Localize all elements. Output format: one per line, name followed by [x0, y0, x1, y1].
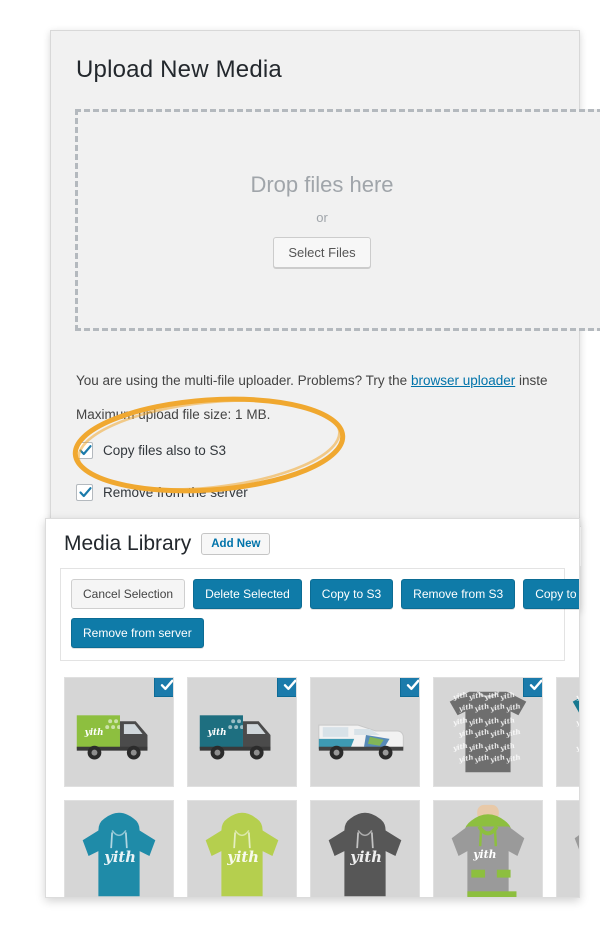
media-item-teal-box-truck[interactable]: yith — [187, 677, 297, 787]
media-library-panel: Media Library Add New Cancel Selection D… — [45, 518, 580, 898]
media-item-teal-hoodie[interactable]: yith — [64, 800, 174, 897]
svg-text:yith: yith — [103, 849, 136, 866]
checkmark-icon — [160, 679, 173, 690]
file-dropzone[interactable]: Drop files here or Select Files — [75, 109, 600, 331]
media-item-lime-hoodie[interactable]: yith — [187, 800, 297, 897]
dropzone-or-label: or — [316, 210, 328, 225]
bulk-actions-row-1: Cancel Selection Delete Selected Copy to… — [71, 579, 579, 609]
select-files-button[interactable]: Select Files — [273, 237, 371, 268]
svg-text:yith: yith — [349, 849, 382, 866]
add-new-button[interactable]: Add New — [201, 533, 271, 555]
svg-text:yith: yith — [574, 691, 580, 702]
svg-text:yith: yith — [472, 848, 496, 861]
delete-selected-button[interactable]: Delete Selected — [193, 579, 302, 609]
media-item-selected-checkbox[interactable] — [154, 678, 173, 697]
page-title: Upload New Media — [76, 56, 282, 83]
uploader-note-suffix: inste — [515, 373, 548, 388]
media-thumbnail-image: yith — [188, 801, 296, 897]
media-item-dark-gray-hoodie[interactable]: yith — [310, 800, 420, 897]
media-item-white-delivery-van[interactable] — [310, 677, 420, 787]
media-item-gray-green-hoodie-model-2[interactable]: yith — [556, 800, 579, 897]
remove-from-server-button[interactable]: Remove from server — [71, 618, 204, 648]
media-thumbnail-image: yithyithyithyithyithyithyithyithyithyith… — [557, 678, 580, 786]
media-item-gray-green-hoodie-model[interactable]: yith — [433, 800, 543, 897]
copy-files-to-s3-label: Copy files also to S3 — [103, 443, 227, 458]
media-item-selected-checkbox[interactable] — [277, 678, 296, 697]
remove-from-server-label: Remove from the server — [103, 485, 248, 500]
cancel-selection-button[interactable]: Cancel Selection — [71, 579, 186, 609]
browser-uploader-link[interactable]: browser uploader — [411, 373, 515, 388]
media-item-teal-patterned-shirt[interactable]: yithyithyithyithyithyithyithyithyithyith… — [556, 677, 580, 787]
svg-text:yith: yith — [226, 849, 259, 866]
media-item-selected-checkbox[interactable] — [400, 678, 419, 697]
media-library-header: Media Library Add New — [46, 519, 579, 556]
dropzone-label: Drop files here — [250, 172, 394, 197]
media-grid: yith yith yith yith yith yith yith yith … — [46, 661, 580, 897]
svg-text:yith: yith — [207, 728, 227, 738]
copy-to-server-from-s3-button[interactable]: Copy to server from S3 — [523, 579, 579, 609]
checkmark-icon — [79, 445, 92, 456]
checkmark-icon — [406, 679, 419, 690]
checkmark-icon — [283, 679, 296, 690]
media-thumbnail-image: yith — [434, 801, 542, 897]
copy-files-to-s3-checkbox[interactable] — [76, 442, 93, 459]
media-item-green-box-truck[interactable]: yith — [64, 677, 174, 787]
copy-files-to-s3-row[interactable]: Copy files also to S3 — [76, 442, 226, 459]
svg-text:yith: yith — [574, 742, 580, 753]
remove-from-server-row[interactable]: Remove from the server — [76, 484, 248, 501]
media-thumbnail-image: yith — [557, 801, 579, 897]
media-item-gray-patterned-shirt[interactable]: yith yith yith yith yith yith yith yith yith yith… — [433, 677, 543, 787]
media-thumbnail-image: yith — [65, 801, 173, 897]
svg-text:yith: yith — [84, 728, 104, 738]
uploader-note: You are using the multi-file uploader. P… — [76, 373, 548, 388]
remove-from-server-checkbox[interactable] — [76, 484, 93, 501]
svg-text:yith: yith — [574, 716, 580, 727]
media-item-selected-checkbox[interactable] — [523, 678, 542, 697]
checkmark-icon — [79, 487, 92, 498]
media-thumbnail-image: yith — [311, 801, 419, 897]
checkmark-icon — [529, 679, 542, 690]
bulk-actions-bar: Cancel Selection Delete Selected Copy to… — [60, 568, 579, 661]
copy-to-s3-button[interactable]: Copy to S3 — [309, 579, 394, 609]
bulk-actions-row-2: Remove from server — [71, 618, 554, 648]
max-upload-size-note: Maximum upload file size: 1 MB. — [76, 407, 271, 422]
media-library-title: Media Library — [64, 532, 192, 555]
remove-from-s3-button[interactable]: Remove from S3 — [401, 579, 516, 609]
uploader-note-prefix: You are using the multi-file uploader. P… — [76, 373, 411, 388]
